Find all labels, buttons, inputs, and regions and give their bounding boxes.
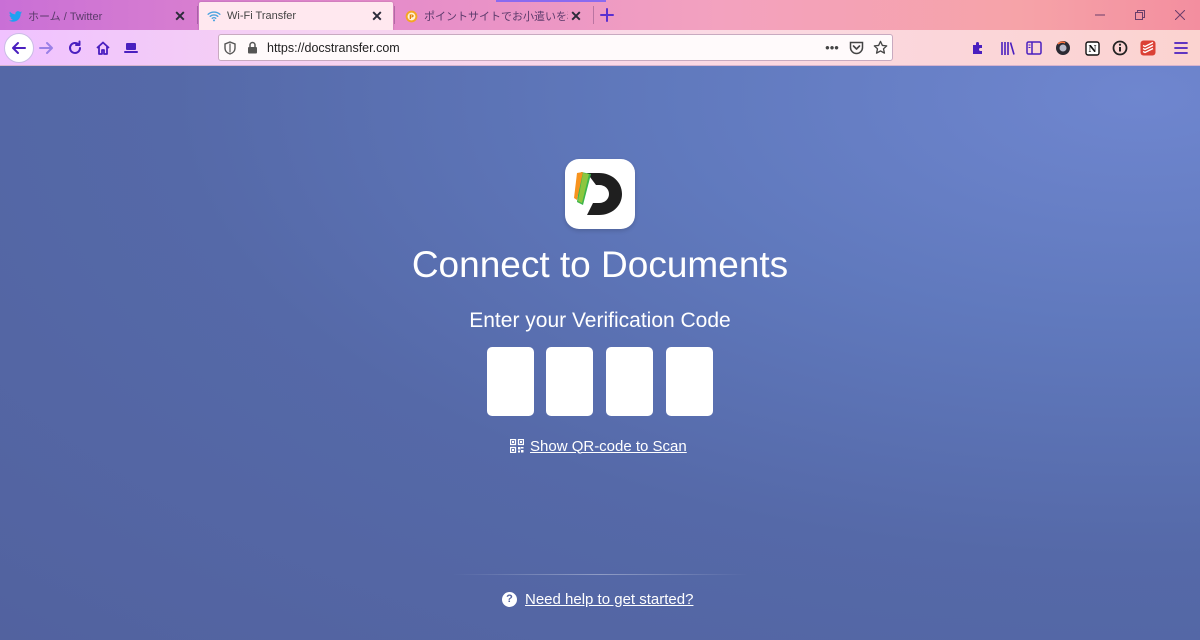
page-actions-button[interactable]: •••: [820, 37, 844, 59]
new-tab-button[interactable]: [596, 4, 618, 26]
tab-separator: [593, 6, 594, 24]
minimize-button[interactable]: [1080, 2, 1120, 28]
laptop-icon: [124, 43, 138, 53]
documents-app-icon: [574, 172, 622, 215]
navigation-toolbar: ••• N: [0, 30, 1200, 66]
back-button[interactable]: [4, 33, 34, 63]
tab-title: Wi-Fi Transfer: [227, 10, 297, 22]
reload-button[interactable]: [61, 34, 89, 62]
qr-link-label: Show QR-code to Scan: [530, 437, 687, 455]
page-title: Connect to Documents: [411, 244, 789, 285]
extensions-icon[interactable]: [967, 37, 989, 59]
firefox-monitor-icon[interactable]: [1052, 37, 1074, 59]
code-digit-2[interactable]: [546, 347, 593, 416]
pocket-icon[interactable]: [844, 37, 868, 59]
qr-code-icon: [510, 439, 524, 453]
library-icon[interactable]: [997, 37, 1019, 59]
forward-arrow-icon: [39, 42, 53, 54]
back-arrow-icon: [12, 42, 26, 54]
address-bar[interactable]: •••: [218, 34, 893, 61]
twitter-icon: [8, 9, 22, 23]
page-content: Connect to Documents Enter your Verifica…: [0, 66, 1200, 640]
info-icon[interactable]: [1109, 37, 1131, 59]
help-link-label: Need help to get started?: [525, 590, 694, 608]
svg-text:P: P: [409, 13, 414, 21]
todoist-icon[interactable]: [1137, 37, 1159, 59]
tab-point-site[interactable]: P ポイントサイトでお小遣いを稼ぐな ✕: [396, 0, 606, 30]
tab-wifi-transfer[interactable]: Wi-Fi Transfer ✕: [199, 2, 393, 30]
tab-title: ホーム / Twitter: [28, 11, 103, 23]
wifi-icon: [207, 9, 221, 23]
point-site-icon: P: [404, 9, 418, 23]
tab-strip: ホーム / Twitter ✕ Wi-Fi Transfer ✕ P ポイントサ…: [0, 0, 1200, 30]
lock-icon[interactable]: [241, 37, 263, 59]
help-link[interactable]: ? Need help to get started?: [502, 590, 693, 608]
tab-separator: [394, 6, 395, 24]
code-digit-4[interactable]: [666, 347, 713, 416]
home-button[interactable]: [89, 34, 117, 62]
url-input[interactable]: [263, 36, 820, 59]
svg-text:N: N: [1088, 45, 1096, 55]
code-digit-3[interactable]: [606, 347, 653, 416]
code-digit-1[interactable]: [487, 347, 534, 416]
sidebar-icon[interactable]: [1023, 37, 1045, 59]
close-tab-icon[interactable]: ✕: [568, 8, 584, 24]
verification-code-label: Enter your Verification Code: [469, 309, 731, 332]
reload-icon: [69, 40, 81, 54]
close-tab-icon[interactable]: ✕: [172, 8, 188, 24]
help-question-icon: ?: [502, 591, 517, 607]
tracking-shield-icon[interactable]: [219, 37, 241, 59]
restore-button[interactable]: [1120, 2, 1160, 28]
close-tab-icon[interactable]: ✕: [369, 8, 385, 24]
tab-twitter[interactable]: ホーム / Twitter ✕: [0, 2, 196, 30]
tab-separator: [197, 6, 198, 24]
notion-icon[interactable]: N: [1081, 37, 1103, 59]
show-qr-code-link[interactable]: Show QR-code to Scan: [510, 437, 687, 455]
close-window-button[interactable]: [1160, 2, 1200, 28]
bookmark-star-icon[interactable]: [868, 37, 892, 59]
documents-logo: [565, 159, 635, 229]
container-button[interactable]: [117, 34, 145, 62]
tab-title: ポイントサイトでお小遣いを稼ぐな: [424, 11, 568, 23]
footer-divider: [452, 574, 748, 575]
home-icon: [96, 41, 110, 55]
forward-button[interactable]: [32, 34, 60, 62]
menu-icon[interactable]: [1170, 37, 1192, 59]
